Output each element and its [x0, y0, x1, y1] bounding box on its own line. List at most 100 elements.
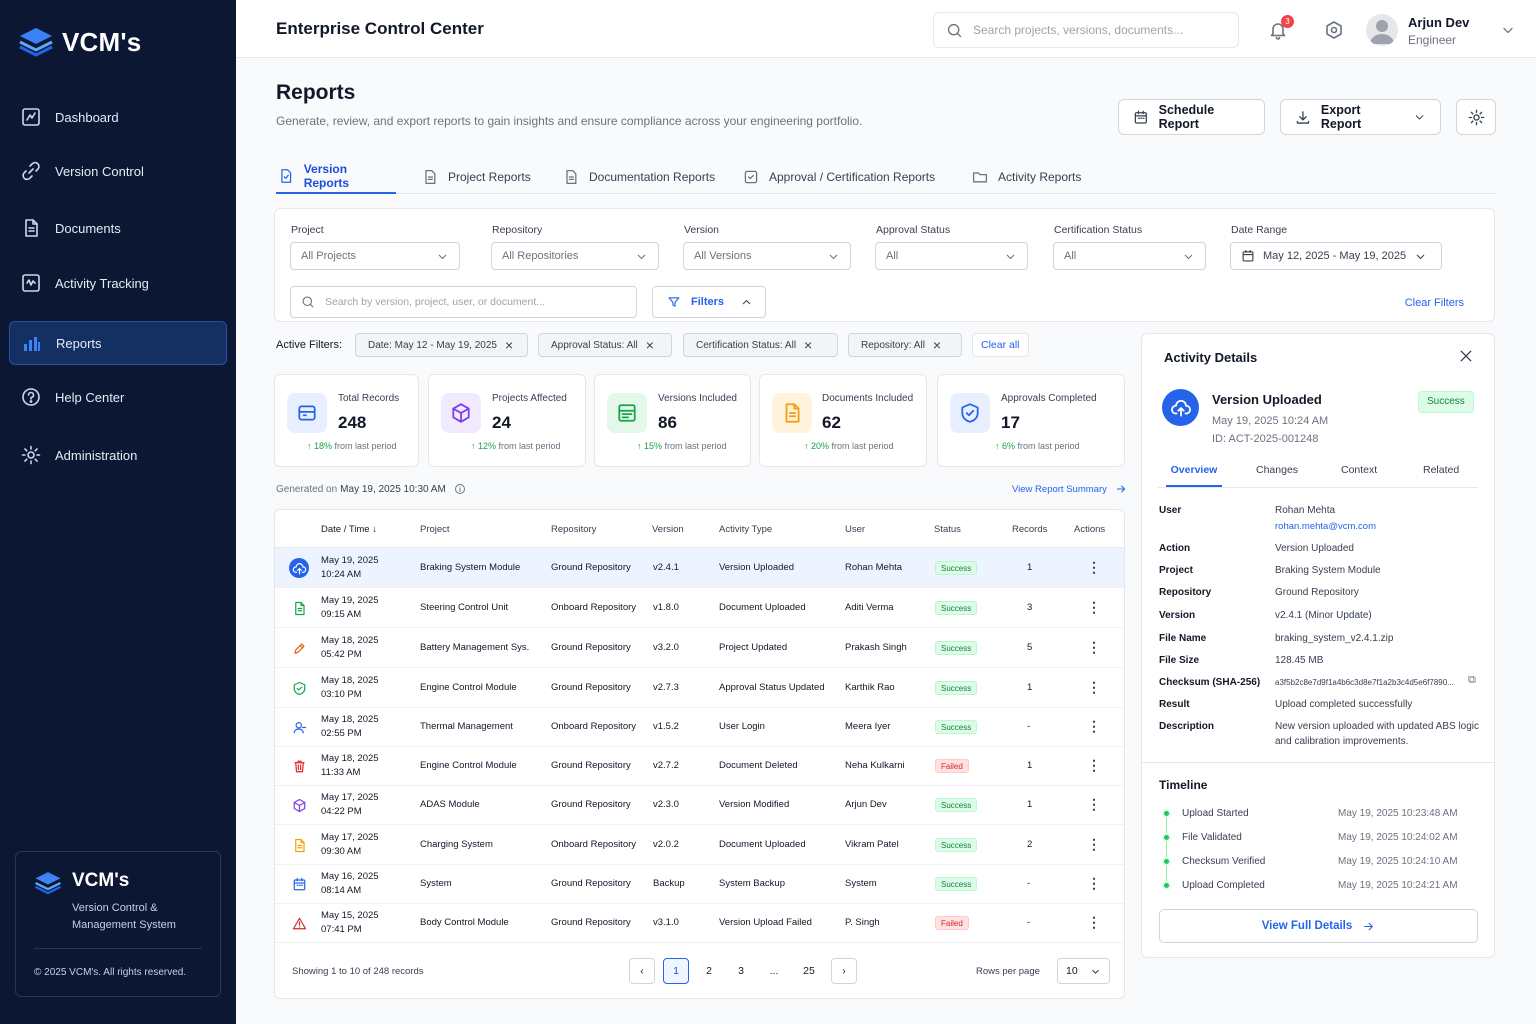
- more-actions-icon[interactable]: ⋮: [1087, 876, 1101, 890]
- clear-all-link[interactable]: Clear all: [972, 333, 1029, 357]
- sidebar-item-version-control[interactable]: Version Control: [9, 149, 227, 193]
- download-icon: [1296, 110, 1310, 124]
- column-header-date[interactable]: Date / Time ↓: [321, 524, 377, 535]
- view-report-summary-link[interactable]: View Report Summary: [1012, 483, 1127, 495]
- user-name: Arjun Dev: [1408, 15, 1470, 30]
- project-select[interactable]: All Projects: [290, 242, 460, 270]
- table-row[interactable]: May 17, 2025 09:30 AM Charging System Onboa…: [275, 825, 1124, 865]
- more-actions-icon[interactable]: ⋮: [1087, 680, 1101, 694]
- layers-logo-icon: [19, 28, 53, 57]
- stat-label: Approvals Completed: [1001, 393, 1097, 404]
- more-actions-icon[interactable]: ⋮: [1087, 600, 1101, 614]
- sidebar-item-help-center[interactable]: Help Center: [9, 375, 227, 419]
- repository-select[interactable]: All Repositories: [491, 242, 659, 270]
- rows-per-page-select[interactable]: 10: [1057, 958, 1110, 984]
- tab-activity-reports[interactable]: Activity Reports: [970, 160, 1083, 194]
- version-filter-label: Version: [684, 224, 720, 236]
- page-button-2[interactable]: 2: [696, 958, 722, 984]
- row-project: Charging System: [420, 839, 493, 850]
- global-search-input[interactable]: Search projects, versions, documents...: [933, 12, 1239, 48]
- close-icon[interactable]: ×: [646, 338, 654, 352]
- export-report-button[interactable]: Export Report: [1280, 99, 1441, 135]
- status-badge: Success: [935, 641, 978, 655]
- status-badge: Failed: [935, 759, 969, 773]
- tab-project-reports[interactable]: Project Reports: [420, 160, 533, 194]
- generated-on: Generated on May 19, 2025 10:30 AM: [276, 483, 466, 495]
- table-row[interactable]: May 18, 2025 03:10 PM Engine Control Modul…: [275, 668, 1124, 708]
- settings-hex-icon[interactable]: [1324, 20, 1344, 40]
- row-user: Prakash Singh: [845, 642, 907, 653]
- table-row[interactable]: May 18, 2025 05:42 PM Battery Management S…: [275, 628, 1124, 668]
- table-row[interactable]: May 16, 2025 08:14 AM System Ground Reposit…: [275, 864, 1124, 904]
- sidebar-item-documents[interactable]: Documents: [9, 206, 227, 250]
- filter-panel: Project All Projects Repository All Repo…: [274, 208, 1495, 322]
- table-row[interactable]: May 18, 2025 02:55 PM Thermal Management On…: [275, 707, 1124, 747]
- filter-chip-approval: Approval Status: All ×: [538, 333, 672, 357]
- export-report-label: Export Report: [1320, 103, 1362, 131]
- chevron-up-icon: [742, 299, 751, 304]
- tab-overview[interactable]: Overview: [1166, 464, 1222, 487]
- tab-changes[interactable]: Changes: [1256, 464, 1298, 476]
- more-actions-icon[interactable]: ⋮: [1087, 758, 1101, 772]
- view-full-details-button[interactable]: View Full Details: [1159, 909, 1478, 943]
- report-settings-button[interactable]: [1456, 99, 1496, 135]
- tab-documentation-reports[interactable]: Documentation Reports: [561, 160, 717, 194]
- date-range-picker[interactable]: May 12, 2025 - May 19, 2025: [1230, 242, 1442, 270]
- tab-version-reports[interactable]: Version Reports: [276, 160, 396, 194]
- stat-trend: ↑ 18% from last period: [307, 441, 397, 451]
- sidebar-item-reports[interactable]: Reports: [9, 321, 227, 365]
- tab-approval-certification-reports[interactable]: Approval / Certification Reports: [741, 160, 937, 194]
- close-icon[interactable]: ×: [933, 338, 941, 352]
- sidebar-item-administration[interactable]: Administration: [9, 433, 227, 477]
- prev-page-button[interactable]: ‹: [629, 958, 655, 984]
- sidebar-item-label: Documents: [55, 220, 121, 236]
- file-check-icon: [281, 169, 292, 183]
- row-user: Rohan Mehta: [845, 562, 903, 573]
- avatar[interactable]: [1366, 14, 1398, 46]
- report-search-input[interactable]: Search by version, project, user, or doc…: [290, 286, 637, 318]
- table-row[interactable]: May 18, 2025 11:33 AM Engine Control Modul…: [275, 746, 1124, 786]
- schedule-report-button[interactable]: Schedule Report: [1118, 99, 1265, 135]
- approval-status-select[interactable]: All: [875, 242, 1028, 270]
- close-icon[interactable]: ×: [804, 338, 812, 352]
- row-repository: Onboard Repository: [551, 721, 637, 732]
- row-repository: Ground Repository: [551, 799, 631, 810]
- table-row[interactable]: May 19, 2025 09:15 AM Steering Control Uni…: [275, 588, 1124, 628]
- table-row[interactable]: May 17, 2025 04:22 PM ADAS Module Ground Re…: [275, 785, 1124, 825]
- certification-filter-label: Certification Status: [1054, 224, 1143, 236]
- more-actions-icon[interactable]: ⋮: [1087, 560, 1101, 574]
- row-date: May 17, 2025: [321, 792, 379, 803]
- brand-logo[interactable]: VCM's: [18, 26, 141, 58]
- date-range-value: May 12, 2025 - May 19, 2025: [1263, 250, 1407, 262]
- user-email-link[interactable]: rohan.mehta@vcm.com: [1275, 519, 1480, 534]
- tab-related[interactable]: Related: [1423, 464, 1459, 476]
- version-select[interactable]: All Versions: [683, 242, 851, 270]
- close-icon[interactable]: ×: [505, 338, 513, 352]
- copy-icon[interactable]: ⧉: [1468, 674, 1476, 687]
- filters-toggle-button[interactable]: Filters: [652, 286, 766, 318]
- certification-status-select[interactable]: All: [1053, 242, 1206, 270]
- more-actions-icon[interactable]: ⋮: [1087, 640, 1101, 654]
- page-button-1[interactable]: 1: [663, 958, 689, 984]
- row-version: v2.7.2: [653, 760, 679, 771]
- more-actions-icon[interactable]: ⋮: [1087, 719, 1101, 733]
- chevron-down-icon[interactable]: [1500, 22, 1516, 38]
- status-badge: Success: [935, 720, 978, 734]
- close-icon[interactable]: [1458, 348, 1474, 364]
- page-button-25[interactable]: 25: [796, 958, 822, 984]
- row-project: System: [420, 878, 452, 889]
- more-actions-icon[interactable]: ⋮: [1087, 915, 1101, 929]
- more-actions-icon[interactable]: ⋮: [1087, 837, 1101, 851]
- next-page-button[interactable]: ›: [831, 958, 857, 984]
- tab-context[interactable]: Context: [1341, 464, 1377, 476]
- row-time: 08:14 AM: [321, 885, 362, 896]
- clear-filters-link[interactable]: Clear Filters: [1405, 297, 1464, 309]
- page-title: Reports: [276, 81, 356, 104]
- table-row[interactable]: May 15, 2025 07:41 PM Body Control Module G…: [275, 903, 1124, 943]
- table-row[interactable]: May 19, 2025 10:24 AM Braking System Modul…: [275, 548, 1124, 588]
- page-button-3[interactable]: 3: [728, 958, 754, 984]
- sidebar-item-dashboard[interactable]: Dashboard: [9, 95, 227, 139]
- sidebar-item-activity-tracking[interactable]: Activity Tracking: [9, 261, 227, 305]
- chip-label: Repository: All: [861, 339, 925, 351]
- more-actions-icon[interactable]: ⋮: [1087, 797, 1101, 811]
